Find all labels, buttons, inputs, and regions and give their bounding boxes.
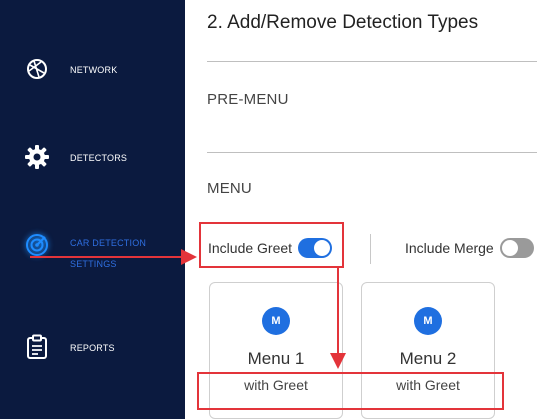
page-title: 2. Add/Remove Detection Types [207,12,479,33]
card-title: Menu 1 [247,349,305,368]
sidebar-item-label-line1: CAR DETECTION [70,238,147,248]
include-merge-toggle[interactable] [499,238,534,258]
include-merge-row: Include Merge [405,232,534,264]
pre-menu-heading: PRE-MENU [207,91,289,108]
sidebar-item-label-line2: SETTINGS [70,259,117,269]
include-greet-toggle[interactable] [298,238,333,258]
menu-badge: M [262,307,290,335]
radar-icon [24,232,50,258]
toggle-knob [501,240,518,256]
sidebar-item-label: REPORTS [70,343,115,353]
network-icon [24,56,50,82]
gear-icon [24,144,50,170]
card-subtitle: with Greet [396,377,460,393]
card-title: Menu 2 [399,349,457,368]
toggle-separator [370,234,371,264]
sidebar-item-detectors[interactable]: DETECTORS [0,136,185,180]
menu-card-2[interactable]: M Menu 2 with Greet [361,282,495,419]
card-subtitle: with Greet [244,377,308,393]
sidebar-item-label: NETWORK [70,65,118,75]
include-merge-label: Include Merge [405,240,494,256]
sidebar-item-car-detection-settings[interactable]: CAR DETECTION SETTINGS [0,224,185,269]
menu-heading: MENU [207,180,252,197]
divider [207,61,537,62]
main-content: 2. Add/Remove Detection Types PRE-MENU M… [185,0,554,419]
sidebar-item-reports[interactable]: REPORTS [0,326,185,370]
menu-badge: M [414,307,442,335]
menu-card-1[interactable]: M Menu 1 with Greet [209,282,343,419]
sidebar-item-label: DETECTORS [70,153,128,163]
clipboard-icon [24,334,50,360]
sidebar: NETWORK DETECTORS CAR DETECTION SETTINGS… [0,0,185,419]
divider [207,152,537,153]
include-greet-row: Include Greet [208,232,333,264]
include-greet-label: Include Greet [208,240,293,256]
sidebar-item-network[interactable]: NETWORK [0,48,185,92]
toggle-knob [314,240,331,256]
